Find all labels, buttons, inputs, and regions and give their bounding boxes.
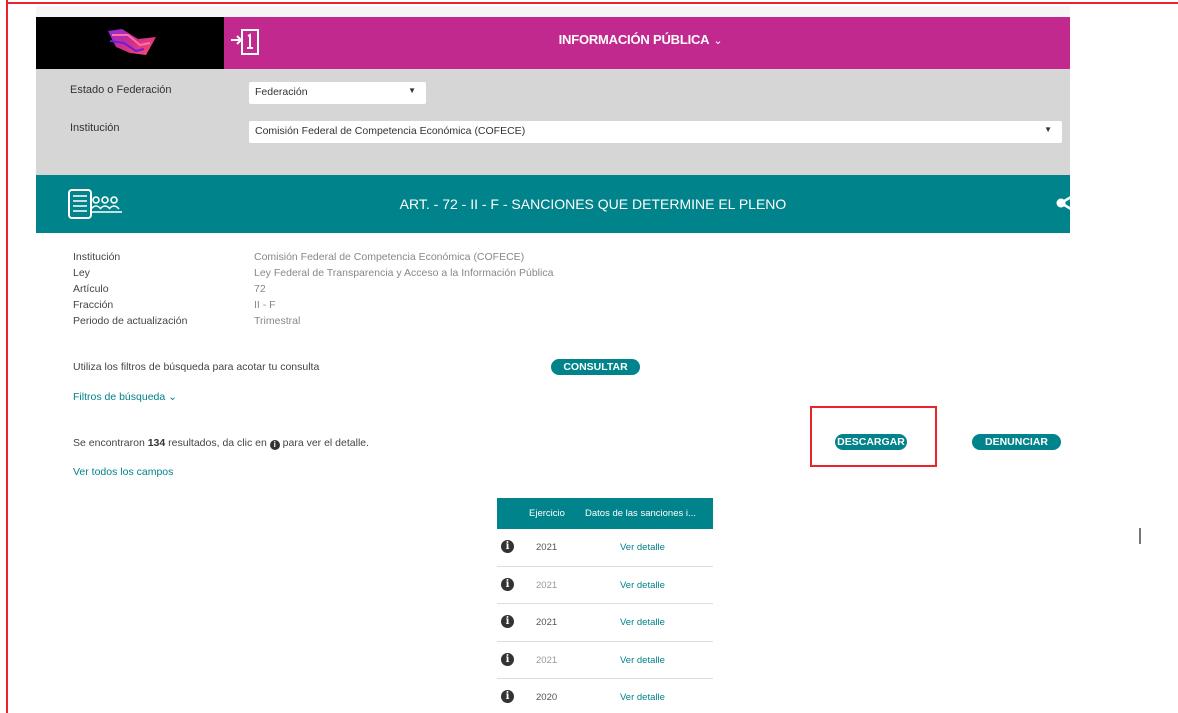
detail-key: Ley xyxy=(73,267,90,279)
column-header-ejercicio[interactable]: Ejercicio xyxy=(529,508,565,519)
info-icon[interactable]: i xyxy=(501,690,514,704)
ver-detalle-link[interactable]: Ver detalle xyxy=(620,580,665,591)
estado-label: Estado o Federación xyxy=(70,84,172,96)
institucion-label: Institución xyxy=(70,122,120,134)
denunciar-button[interactable]: DENUNCIAR xyxy=(972,434,1061,450)
info-icon[interactable]: i xyxy=(501,540,514,553)
detail-row-ley: Ley Ley Federal de Transparencia y Acces… xyxy=(73,265,553,281)
results-prefix: Se encontraron xyxy=(73,437,148,449)
scrollbar-thumb[interactable] xyxy=(1139,528,1141,544)
row-year: 2021 xyxy=(536,579,558,591)
info-icon[interactable]: i xyxy=(501,652,514,666)
detail-key: Fracción xyxy=(73,299,114,311)
detail-value: Ley Federal de Transparencia y Acceso a … xyxy=(254,267,554,279)
table-header: Ejercicio Datos de las sanciones i... xyxy=(497,498,713,529)
detail-row-fraccion: Fracción II - F xyxy=(73,297,553,313)
column-header-datos[interactable]: Datos de las sanciones i... xyxy=(585,508,696,519)
section-title: ART. - 72 - II - F - SANCIONES QUE DETER… xyxy=(399,196,787,212)
detail-value: Trimestral xyxy=(254,315,301,327)
institucion-select[interactable]: Comisión Federal de Competencia Económic… xyxy=(249,121,1062,143)
header-bar: INFORMACIÓN PÚBLICA ⌄ xyxy=(36,17,1070,69)
consultar-button[interactable]: CONSULTAR xyxy=(551,359,640,375)
row-year: 2021 xyxy=(536,617,558,629)
table-row: i 2021 Ver detalle xyxy=(497,529,713,567)
details-list: Institución Comisión Federal de Competen… xyxy=(73,249,553,329)
results-count: 134 xyxy=(147,437,166,449)
filtros-busqueda-toggle[interactable]: Filtros de búsqueda ⌄ xyxy=(73,391,177,403)
detail-key: Periodo de actualización xyxy=(73,315,188,327)
filter-panel: Estado o Federación Federación ▼ Institu… xyxy=(36,69,1070,175)
filtros-label: Filtros de búsqueda xyxy=(73,391,166,403)
login-arrow-icon[interactable] xyxy=(229,26,263,58)
caret-down-icon: ▼ xyxy=(1044,125,1052,134)
detail-row-articulo: Artículo 72 xyxy=(73,281,553,297)
informacion-publica-menu[interactable]: INFORMACIÓN PÚBLICA ⌄ xyxy=(36,17,1070,69)
row-year: 2021 xyxy=(536,542,558,553)
ver-detalle-link[interactable]: Ver detalle xyxy=(620,542,665,553)
institucion-select-value: Comisión Federal de Competencia Económic… xyxy=(255,125,526,137)
info-icon[interactable]: i xyxy=(501,577,514,591)
row-year: 2020 xyxy=(536,692,558,704)
detail-key: Artículo xyxy=(73,283,109,295)
estado-select-value: Federación xyxy=(255,86,308,98)
highlight-frame-left xyxy=(6,0,8,713)
results-middle: resultados, da clic en xyxy=(165,437,270,449)
caret-down-icon: ▼ xyxy=(408,86,416,95)
chevron-down-icon: ⌄ xyxy=(713,35,723,47)
table-row: i 2021 Ver detalle xyxy=(497,604,713,642)
detail-row-institucion: Institución Comisión Federal de Competen… xyxy=(73,249,553,265)
results-table: Ejercicio Datos de las sanciones i... i … xyxy=(497,498,713,713)
top-strip xyxy=(36,6,1070,17)
detail-value: II - F xyxy=(254,299,276,311)
detail-value: 72 xyxy=(254,283,266,295)
detail-value: Comisión Federal de Competencia Económic… xyxy=(254,251,525,263)
highlight-frame-top xyxy=(6,2,1178,4)
chevron-down-icon: ⌄ xyxy=(168,391,177,403)
search-hint: Utiliza los filtros de búsqueda para aco… xyxy=(73,361,320,373)
info-icon[interactable]: i xyxy=(501,615,514,629)
row-year: 2021 xyxy=(536,654,558,666)
section-header: ART. - 72 - II - F - SANCIONES QUE DETER… xyxy=(36,175,1070,233)
ver-detalle-link[interactable]: Ver detalle xyxy=(620,617,665,628)
info-icon: i xyxy=(269,440,280,450)
ver-detalle-link[interactable]: Ver detalle xyxy=(620,655,665,666)
detail-row-periodo: Periodo de actualización Trimestral xyxy=(73,313,553,329)
table-row: i 2021 Ver detalle xyxy=(497,642,713,680)
detail-key: Institución xyxy=(73,251,121,263)
table-row: i 2020 Ver detalle xyxy=(497,679,713,713)
menu-label: INFORMACIÓN PÚBLICA xyxy=(558,32,710,47)
results-suffix: para ver el detalle. xyxy=(279,437,370,449)
table-row: i 2021 Ver detalle xyxy=(497,567,713,605)
highlight-box xyxy=(810,406,937,467)
share-icon[interactable] xyxy=(1056,189,1082,217)
ver-detalle-link[interactable]: Ver detalle xyxy=(620,692,665,703)
results-summary: Se encontraron 134 resultados, da clic e… xyxy=(73,437,369,450)
estado-select[interactable]: Federación ▼ xyxy=(249,82,426,104)
ver-todos-campos-link[interactable]: Ver todos los campos xyxy=(73,466,173,478)
